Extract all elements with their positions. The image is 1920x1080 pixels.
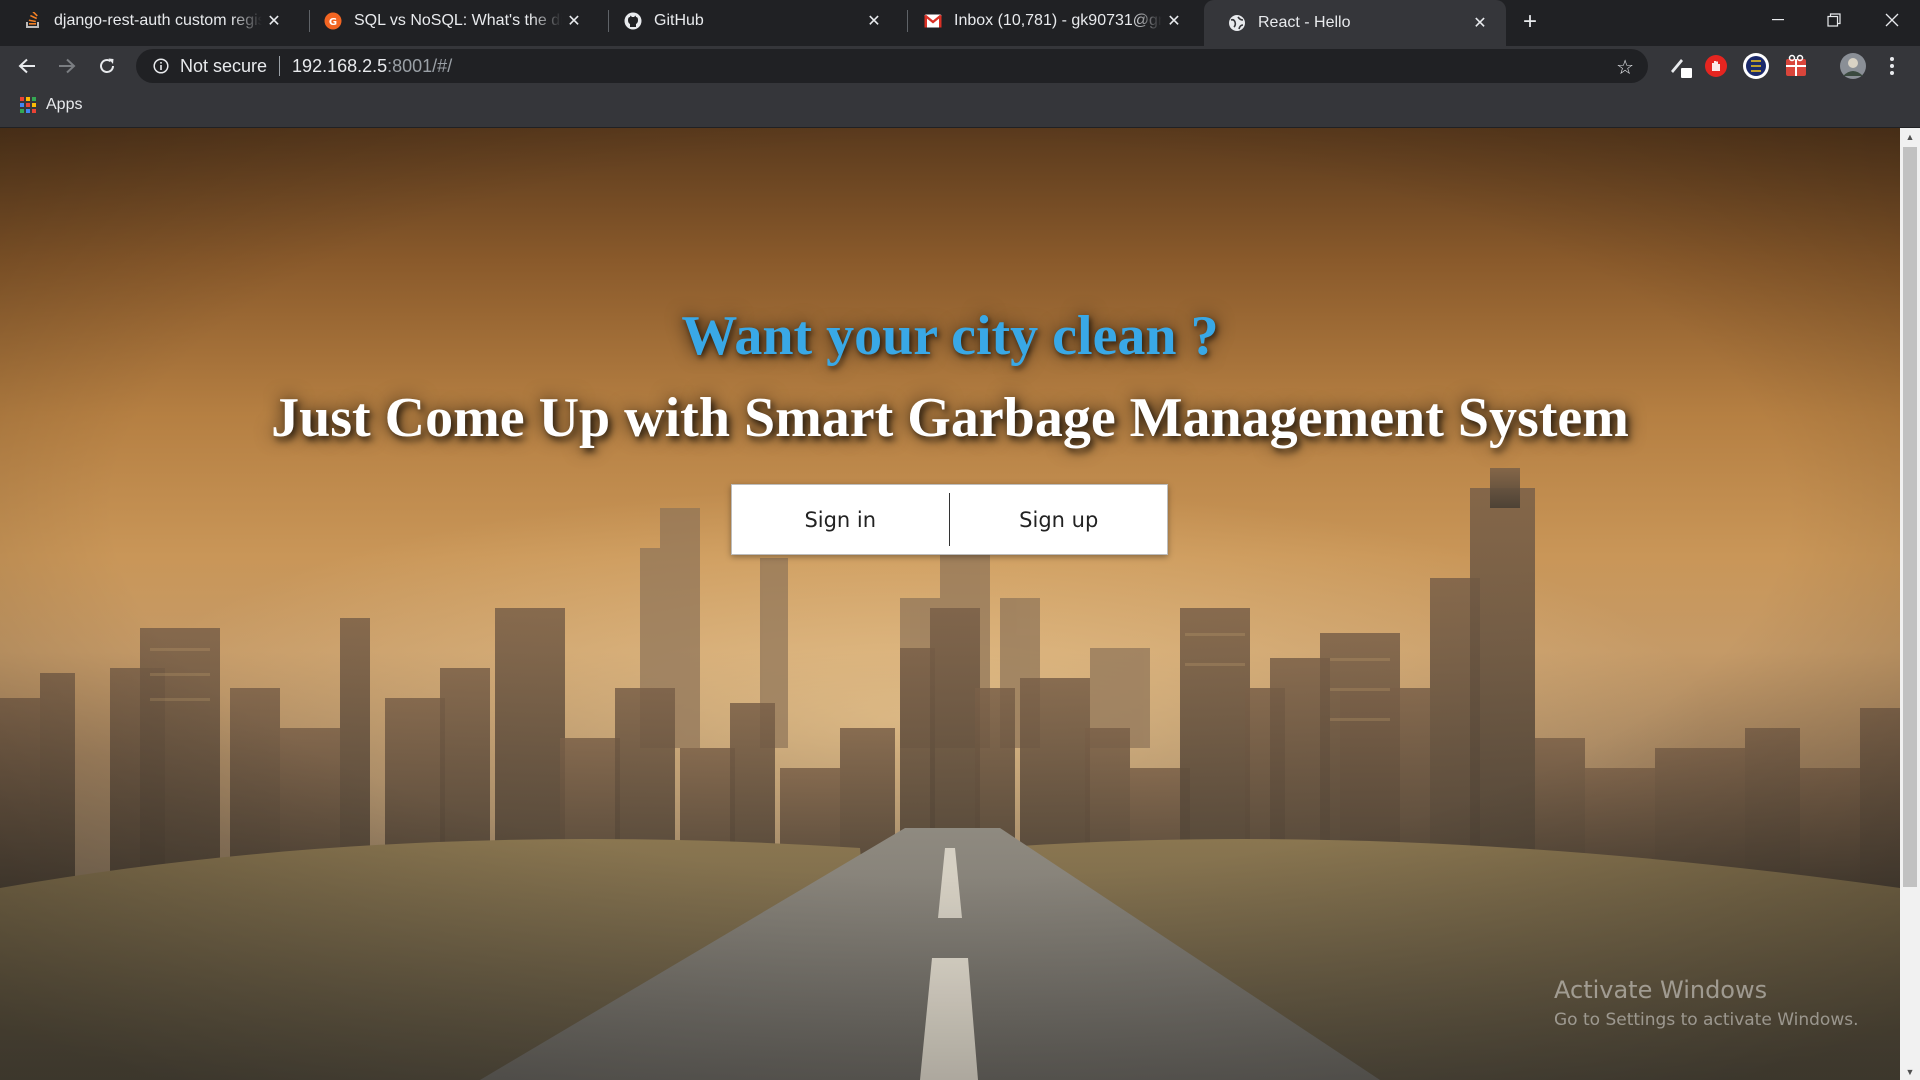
hero-subtitle: Want your city clean ? [681,305,1219,367]
tab-sql-vs-nosql[interactable]: G SQL vs NoSQL: What's the differe ✕ [300,0,600,42]
apps-bookmark[interactable]: Apps [20,96,82,114]
globe-icon [1228,14,1246,32]
tab-title: Inbox (10,781) - gk90731@gmail [954,12,1162,29]
url-host: 192.168.2.5 [292,55,388,76]
omnibox-divider [279,56,281,76]
github-icon [624,12,642,30]
sign-up-button[interactable]: Sign up [950,485,1167,554]
restore-button[interactable] [1806,0,1862,40]
scroll-down-arrow-icon[interactable]: ▼ [1900,1063,1920,1080]
bookmarks-bar: Apps [0,86,1920,128]
extension-gift-icon[interactable] [1782,52,1810,80]
security-label[interactable]: Not secure [180,56,267,77]
bookmark-star-icon[interactable]: ☆ [1616,55,1634,80]
tab-title: SQL vs NoSQL: What's the differe [354,12,562,29]
tab-close-icon[interactable]: ✕ [262,9,286,33]
apps-grid-icon [20,97,36,113]
orange-circle-icon: G [324,12,342,30]
extension-pen-icon[interactable] [1666,52,1694,80]
sign-in-button[interactable]: Sign in [732,485,949,554]
gmail-icon [924,12,942,30]
tab-react-hello[interactable]: React - Hello ✕ [1204,0,1506,46]
browser-menu-icon[interactable] [1880,52,1904,80]
minimize-button[interactable] [1750,0,1806,40]
auth-button-group: Sign in Sign up [731,484,1168,555]
scrollbar-thumb[interactable] [1903,147,1917,887]
tab-strip: django-rest-auth custom registra ✕ G SQL… [0,0,1920,46]
new-tab-button[interactable]: + [1516,8,1544,36]
tab-django-rest-auth[interactable]: django-rest-auth custom registra ✕ [0,0,300,42]
url-path: :8001/#/ [387,55,453,76]
browser-toolbar: Not secure 192.168.2.5:8001/#/ ☆ [0,46,1920,86]
tab-title: React - Hello [1258,14,1351,31]
watermark-line-2: Go to Settings to activate Windows. [1554,1010,1859,1030]
tab-github[interactable]: GitHub ✕ [600,0,900,42]
tab-close-icon[interactable]: ✕ [1162,9,1186,33]
back-button[interactable] [11,50,43,82]
apps-label: Apps [46,96,83,113]
tab-title: django-rest-auth custom registra [54,12,262,29]
address-bar[interactable]: Not secure 192.168.2.5:8001/#/ ☆ [136,49,1648,83]
watermark-line-1: Activate Windows [1554,976,1768,1004]
profile-avatar[interactable] [1838,52,1868,80]
tab-close-icon[interactable]: ✕ [1468,11,1492,35]
info-icon[interactable] [144,58,178,74]
extension-blue-circle-icon[interactable] [1742,52,1770,80]
hero-title: Just Come Up with Smart Garbage Manageme… [271,387,1629,449]
stackoverflow-icon [24,12,42,30]
tab-close-icon[interactable]: ✕ [862,9,886,33]
forward-button[interactable] [51,50,83,82]
vertical-scrollbar[interactable]: ▲ ▼ [1900,128,1920,1080]
close-window-button[interactable] [1864,0,1920,40]
page-viewport: Want your city clean ? Just Come Up with… [0,128,1900,1080]
activate-windows-watermark: Activate Windows Go to Settings to activ… [1554,976,1859,1030]
svg-text:G: G [329,17,337,28]
extension-red-hand-icon[interactable] [1702,52,1730,80]
tab-title: GitHub [654,12,704,29]
reload-button[interactable] [91,50,123,82]
city-skyline-background [0,468,1900,1080]
tab-close-icon[interactable]: ✕ [562,9,586,33]
tab-gmail-inbox[interactable]: Inbox (10,781) - gk90731@gmail ✕ [900,0,1200,42]
scroll-up-arrow-icon[interactable]: ▲ [1900,128,1920,145]
